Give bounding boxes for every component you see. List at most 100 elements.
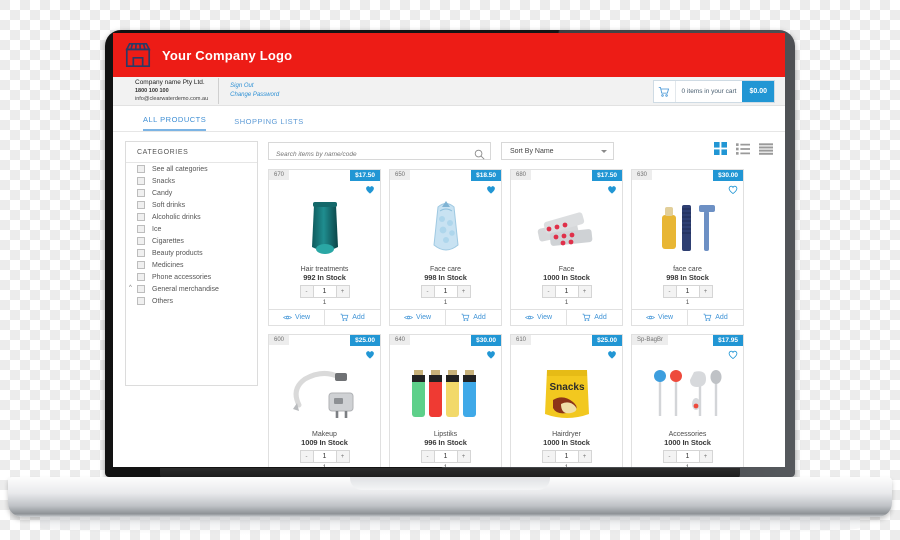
quantity-value[interactable]: 1 — [313, 285, 336, 298]
category-checkbox[interactable] — [137, 273, 145, 281]
quantity-decrement-button[interactable]: - — [541, 450, 556, 463]
quantity-decrement-button[interactable]: - — [420, 285, 435, 298]
heart-icon[interactable] — [365, 181, 375, 199]
category-checkbox[interactable] — [137, 297, 145, 305]
view-button[interactable]: View — [269, 310, 324, 325]
category-checkbox[interactable] — [137, 225, 145, 233]
quantity-decrement-button[interactable]: - — [541, 285, 556, 298]
heart-icon[interactable] — [607, 181, 617, 199]
category-checkbox[interactable] — [137, 177, 145, 185]
compact-view-icon[interactable] — [759, 142, 773, 160]
quantity-stepper: -1 + — [511, 450, 622, 463]
category-item[interactable]: Candy — [126, 187, 257, 199]
list-view-icon[interactable] — [736, 142, 750, 160]
product-card[interactable]: 610 $25.00 Snacks Hairdryer 1000 In Stock -1 +… — [510, 334, 623, 467]
quantity-increment-button[interactable]: + — [698, 285, 713, 298]
product-card-header: 640 $30.00 — [390, 335, 501, 346]
category-checkbox[interactable] — [137, 201, 145, 209]
product-card[interactable]: Sp-BagBr $17.95 Accessories 1000 In Stock -1… — [631, 334, 744, 467]
search-box[interactable] — [268, 142, 491, 163]
add-label: Add — [473, 314, 486, 321]
product-stock: 1000 In Stock — [543, 273, 590, 282]
category-item[interactable]: Others — [126, 295, 257, 307]
quantity-decrement-button[interactable]: - — [662, 450, 677, 463]
product-card[interactable]: 640$30.00 Lipstiks996 In Stock-1+1ViewAd… — [389, 334, 502, 467]
category-item[interactable]: Cigarettes — [126, 235, 257, 247]
category-item[interactable]: Soft drinks — [126, 199, 257, 211]
category-item[interactable]: Medicines — [126, 259, 257, 271]
category-checkbox[interactable] — [137, 237, 145, 245]
product-card[interactable]: 630 $30.00 face care 998 In Stock -1 +1 View Ad… — [631, 169, 744, 326]
quantity-value[interactable]: 1 — [676, 285, 699, 298]
product-card[interactable]: 600$25.00Makeup1009 In Stock-1+1ViewAdd — [268, 334, 381, 467]
category-checkbox[interactable] — [137, 165, 145, 173]
category-item[interactable]: See all categories — [126, 163, 257, 175]
quantity-increment-button[interactable]: + — [335, 285, 350, 298]
quantity-increment-button[interactable]: + — [335, 450, 350, 463]
search-input[interactable] — [269, 146, 490, 163]
category-checkbox[interactable] — [137, 213, 145, 221]
product-card[interactable]: 650 $18.50 Face care 998 In Stock -1 +1 View Ad… — [389, 169, 502, 326]
category-checkbox[interactable] — [137, 249, 145, 257]
quantity-increment-button[interactable]: + — [456, 450, 471, 463]
category-item[interactable]: ^ General merchandise — [126, 283, 257, 295]
tab-shopping-lists[interactable]: SHOPPING LISTS — [234, 117, 304, 131]
product-image: Snacks — [511, 357, 622, 429]
cart-widget[interactable]: 0 items in your cart $0.00 — [652, 80, 775, 103]
add-label: Add — [594, 314, 607, 321]
quantity-decrement-button[interactable]: - — [420, 450, 435, 463]
quantity-decrement-button[interactable]: - — [662, 285, 677, 298]
view-button[interactable]: View — [632, 310, 687, 325]
heart-icon[interactable] — [365, 346, 375, 364]
quantity-value[interactable]: 1 — [434, 450, 457, 463]
add-to-cart-button[interactable]: Add — [687, 310, 743, 325]
product-price: $25.00 — [350, 335, 380, 346]
heart-icon[interactable] — [486, 346, 496, 364]
quantity-value[interactable]: 1 — [434, 285, 457, 298]
heart-icon[interactable] — [607, 346, 617, 364]
brand-header: Your Company Logo — [113, 33, 785, 77]
quantity-increment-button[interactable]: + — [577, 285, 592, 298]
grid-view-icon[interactable] — [714, 142, 727, 160]
product-image — [511, 192, 622, 264]
product-card-header: 650 $18.50 — [390, 170, 501, 181]
add-to-cart-button[interactable]: Add — [324, 310, 380, 325]
category-item[interactable]: Beauty products — [126, 247, 257, 259]
eye-icon — [403, 315, 413, 320]
quantity-value[interactable]: 1 — [676, 450, 699, 463]
sort-select[interactable]: Sort By Name — [501, 142, 614, 160]
tab-all-products[interactable]: ALL PRODUCTS — [143, 115, 207, 131]
quantity-value[interactable]: 1 — [555, 450, 578, 463]
view-button[interactable]: View — [390, 310, 445, 325]
search-icon[interactable] — [474, 147, 485, 165]
quantity-increment-button[interactable]: + — [456, 285, 471, 298]
heart-icon[interactable] — [486, 181, 496, 199]
quantity-decrement-button[interactable]: - — [299, 285, 314, 298]
company-name: Company name Pty Ltd. — [135, 79, 205, 87]
sign-out-link[interactable]: Sign Out — [230, 82, 279, 91]
category-item[interactable]: Ice — [126, 223, 257, 235]
category-checkbox[interactable] — [137, 285, 145, 293]
add-to-cart-button[interactable]: Add — [445, 310, 501, 325]
product-card[interactable]: 670 $17.50 Hair treatments 992 In Stock -1 +1… — [268, 169, 381, 326]
category-item[interactable]: Snacks — [126, 175, 257, 187]
heart-icon[interactable] — [728, 346, 738, 364]
heart-icon[interactable] — [728, 181, 738, 199]
add-to-cart-button[interactable]: Add — [566, 310, 622, 325]
product-code: 600 — [269, 335, 290, 345]
view-button[interactable]: View — [511, 310, 566, 325]
quantity-increment-button[interactable]: + — [698, 450, 713, 463]
product-image — [390, 192, 501, 264]
category-label: General merchandise — [152, 285, 219, 293]
category-item[interactable]: Alcoholic drinks — [126, 211, 257, 223]
laptop-base — [8, 477, 892, 517]
category-checkbox[interactable] — [137, 261, 145, 269]
category-item[interactable]: Phone accessories — [126, 271, 257, 283]
quantity-value[interactable]: 1 — [555, 285, 578, 298]
change-password-link[interactable]: Change Password — [230, 91, 279, 100]
product-card[interactable]: 680 $17.50 Face 1000 In Stock -1 +1 View Add — [510, 169, 623, 326]
category-checkbox[interactable] — [137, 189, 145, 197]
quantity-increment-button[interactable]: + — [577, 450, 592, 463]
quantity-decrement-button[interactable]: - — [299, 450, 314, 463]
quantity-value[interactable]: 1 — [313, 450, 336, 463]
